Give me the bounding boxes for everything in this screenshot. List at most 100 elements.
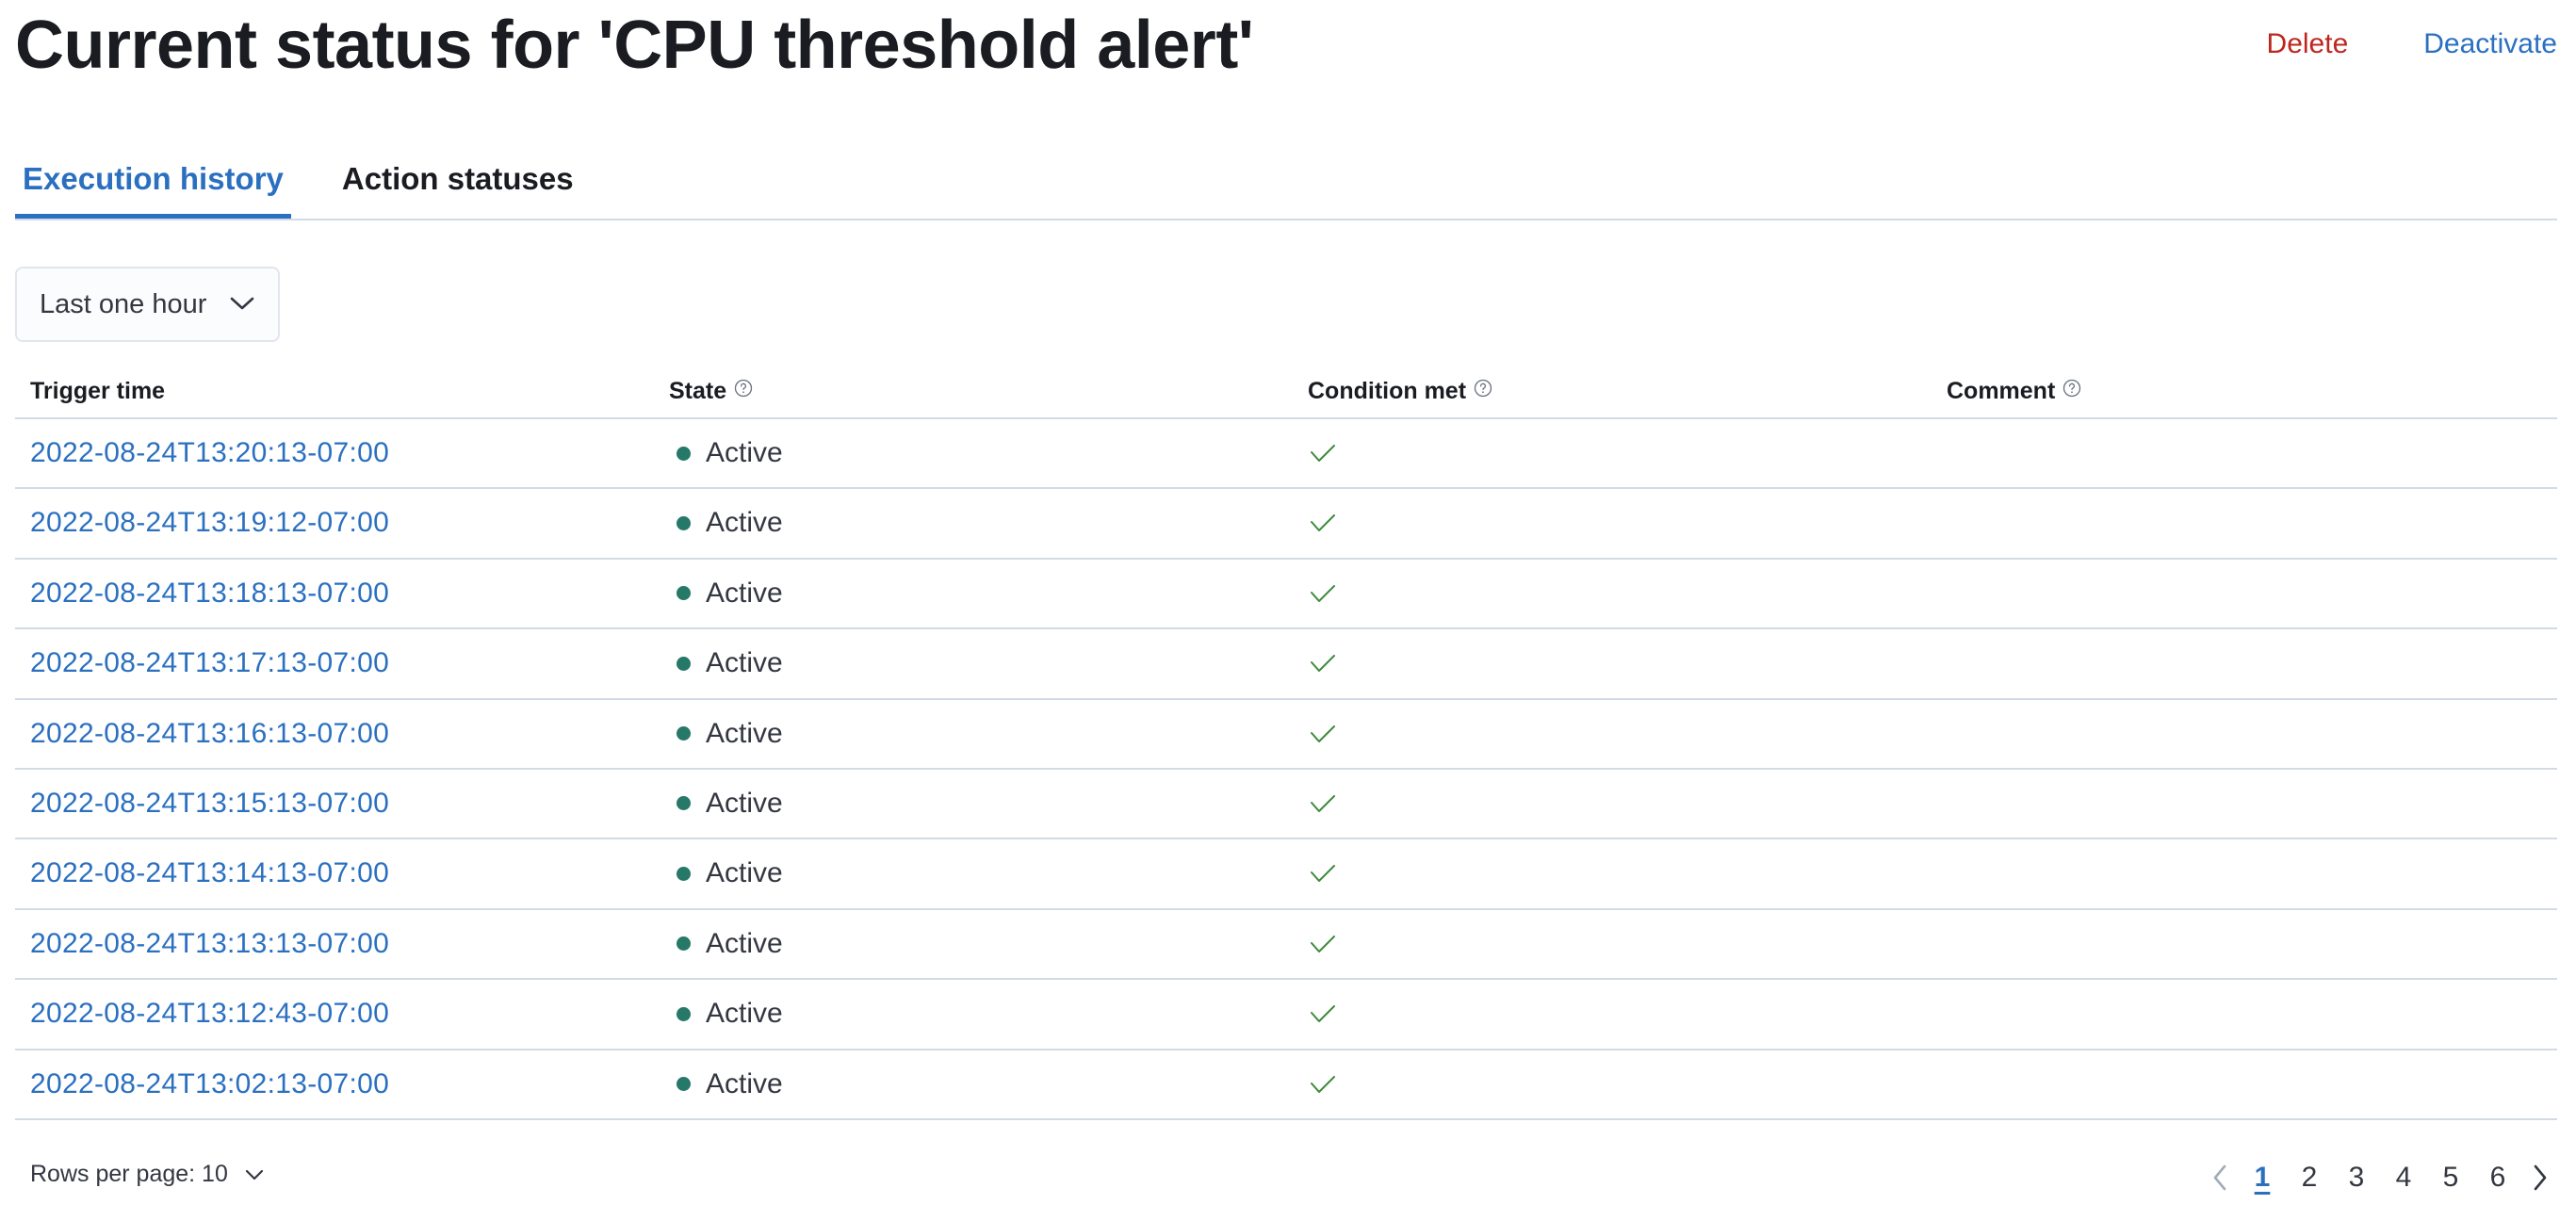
trigger-time-cell: 2022-08-24T13:13:13-07:00 (30, 910, 389, 978)
column-label: State (669, 378, 727, 404)
chevron-down-icon (230, 297, 254, 310)
condition-met-cell (1308, 700, 1336, 768)
trigger-time-cell: 2022-08-24T13:20:13-07:00 (30, 419, 389, 487)
next-page-button[interactable] (2521, 1157, 2559, 1198)
trigger-time-cell: 2022-08-24T13:19:12-07:00 (30, 489, 389, 557)
trigger-time-link[interactable]: 2022-08-24T13:14:13-07:00 (30, 857, 389, 889)
table-row: 2022-08-24T13:17:13-07:00 Active (15, 629, 2557, 700)
help-icon[interactable] (734, 379, 753, 398)
check-icon (1311, 1075, 1335, 1093)
status-dot-icon (677, 796, 691, 811)
column-header-condition-met[interactable]: Condition met (1308, 378, 1492, 405)
table-row: 2022-08-24T13:18:13-07:00 Active (15, 560, 2557, 630)
previous-page-button[interactable] (2201, 1157, 2239, 1198)
status-dot-icon (677, 515, 691, 530)
page-4-button[interactable]: 4 (2380, 1157, 2427, 1198)
status-dot-icon (677, 586, 691, 601)
table-row: 2022-08-24T13:20:13-07:00 Active (15, 419, 2557, 490)
tab-action-statuses[interactable]: Action statuses (334, 141, 581, 217)
state-label: Active (706, 998, 783, 1030)
trigger-time-link[interactable]: 2022-08-24T13:12:43-07:00 (30, 998, 389, 1030)
condition-met-cell (1308, 1050, 1336, 1118)
status-dot-icon (677, 866, 691, 881)
time-range-select[interactable]: Last one hour (15, 267, 280, 342)
help-icon[interactable] (2062, 379, 2081, 398)
page-6-button[interactable]: 6 (2474, 1157, 2521, 1198)
check-icon (1311, 445, 1335, 462)
check-icon (1311, 514, 1335, 532)
check-icon (1311, 865, 1335, 883)
check-icon (1311, 1005, 1335, 1023)
state-label: Active (706, 857, 783, 889)
check-icon (1311, 655, 1335, 673)
time-range-value: Last one hour (40, 288, 207, 319)
trigger-time-link[interactable]: 2022-08-24T13:16:13-07:00 (30, 718, 389, 750)
state-cell: Active (669, 839, 783, 907)
trigger-time-link[interactable]: 2022-08-24T13:20:13-07:00 (30, 437, 389, 469)
help-icon[interactable] (1474, 379, 1492, 398)
column-header-trigger-time[interactable]: Trigger time (30, 378, 165, 405)
state-label: Active (706, 577, 783, 609)
condition-met-cell (1308, 629, 1336, 697)
table-row: 2022-08-24T13:12:43-07:00 Active (15, 980, 2557, 1050)
trigger-time-link[interactable]: 2022-08-24T13:19:12-07:00 (30, 507, 389, 539)
status-dot-icon (677, 446, 691, 461)
column-header-comment[interactable]: Comment (1947, 378, 2081, 405)
table-row: 2022-08-24T13:16:13-07:00 Active (15, 700, 2557, 770)
state-cell: Active (669, 489, 783, 557)
trigger-time-cell: 2022-08-24T13:16:13-07:00 (30, 700, 389, 768)
status-dot-icon (677, 726, 691, 741)
state-label: Active (706, 507, 783, 539)
trigger-time-link[interactable]: 2022-08-24T13:18:13-07:00 (30, 578, 389, 610)
page-5-button[interactable]: 5 (2427, 1157, 2474, 1198)
table-body: 2022-08-24T13:20:13-07:00 Active 2022-08-2… (15, 419, 2557, 1120)
page-1-button[interactable]: 1 (2239, 1157, 2286, 1198)
state-cell: Active (669, 560, 783, 627)
condition-met-cell (1308, 419, 1336, 487)
status-dot-icon (677, 1006, 691, 1021)
check-icon (1311, 794, 1335, 812)
tab-bar: Execution history Action statuses (15, 141, 2557, 220)
table-row: 2022-08-24T13:13:13-07:00 Active (15, 910, 2557, 981)
state-label: Active (706, 1067, 783, 1099)
delete-button[interactable]: Delete (2267, 24, 2349, 64)
state-label: Active (706, 787, 783, 819)
table-row: 2022-08-24T13:19:12-07:00 Active (15, 489, 2557, 560)
condition-met-cell (1308, 980, 1336, 1048)
status-dot-icon (677, 656, 691, 671)
execution-history-table: Trigger time State Condition met Comment (15, 361, 2557, 1120)
rows-per-page-select[interactable]: Rows per page: 10 (30, 1161, 264, 1188)
deactivate-button[interactable]: Deactivate (2423, 24, 2557, 64)
trigger-time-cell: 2022-08-24T13:12:43-07:00 (30, 980, 389, 1048)
trigger-time-link[interactable]: 2022-08-24T13:17:13-07:00 (30, 647, 389, 679)
trigger-time-cell: 2022-08-24T13:18:13-07:00 (30, 560, 389, 627)
column-label: Condition met (1308, 378, 1467, 404)
state-cell: Active (669, 629, 783, 697)
condition-met-cell (1308, 839, 1336, 907)
table-row: 2022-08-24T13:15:13-07:00 Active (15, 770, 2557, 840)
table-row: 2022-08-24T13:14:13-07:00 Active (15, 839, 2557, 910)
state-label: Active (706, 437, 783, 468)
check-icon (1311, 935, 1335, 952)
state-cell: Active (669, 770, 783, 838)
trigger-time-link[interactable]: 2022-08-24T13:15:13-07:00 (30, 788, 389, 820)
condition-met-cell (1308, 489, 1336, 557)
check-icon (1311, 724, 1335, 742)
column-header-state[interactable]: State (669, 378, 753, 405)
state-label: Active (706, 647, 783, 679)
chevron-left-icon (2213, 1164, 2226, 1191)
trigger-time-cell: 2022-08-24T13:14:13-07:00 (30, 839, 389, 907)
column-label: Trigger time (30, 378, 166, 404)
condition-met-cell (1308, 560, 1336, 627)
tab-execution-history[interactable]: Execution history (15, 141, 291, 219)
state-cell: Active (669, 910, 783, 978)
trigger-time-link[interactable]: 2022-08-24T13:02:13-07:00 (30, 1068, 389, 1100)
state-cell: Active (669, 1050, 783, 1118)
state-label: Active (706, 927, 783, 959)
header-actions: Delete Deactivate (2267, 24, 2557, 64)
page-3-button[interactable]: 3 (2333, 1157, 2380, 1198)
status-dot-icon (677, 936, 691, 952)
page-2-button[interactable]: 2 (2286, 1157, 2333, 1198)
trigger-time-link[interactable]: 2022-08-24T13:13:13-07:00 (30, 928, 389, 960)
state-cell: Active (669, 419, 783, 487)
